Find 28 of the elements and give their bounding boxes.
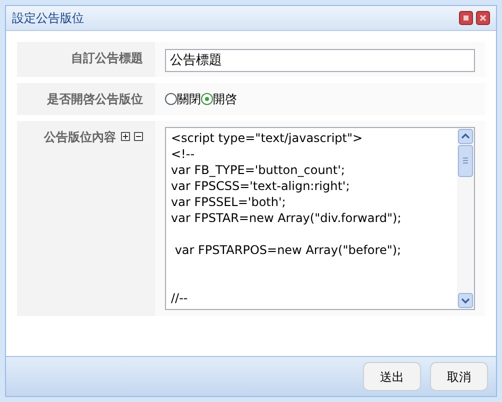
code-editor[interactable]: <script type="text/javascript"> <!-- var FB_TYPE='button_count'; var FPSCSS='text-align:right'; var FPSSEL='both'; var FPSTAR=new Array("div.forward"); var FPSTARPOS=new Array("before"); //-- <box>165 126 475 310</box>
code-line: <script type="text/javascript"> <box>171 130 363 146</box>
radio-button[interactable] <box>165 92 177 104</box>
collapse-icon[interactable] <box>134 132 143 140</box>
code-line: var FB_TYPE='button_count'; <box>171 162 345 178</box>
scroll-down-icon[interactable] <box>458 292 473 308</box>
scroll-up-icon[interactable] <box>458 128 473 144</box>
code-line: var FPSTAR=new Array("div.forward"); <box>171 210 402 226</box>
title-input[interactable]: 公告標題 <box>165 48 475 72</box>
field-label: 自訂公告標題 <box>71 50 143 67</box>
scrollbar[interactable] <box>457 128 474 308</box>
scroll-thumb[interactable] <box>458 144 473 176</box>
code-line: <!-- <box>171 146 195 162</box>
code-line: var FPSSEL='both'; <box>171 194 286 210</box>
dialog-button[interactable]: 取消 <box>430 362 488 391</box>
window-title: 設定公告版位 <box>12 10 84 27</box>
code-line: //-- <box>171 290 188 306</box>
code-line: var FPSCSS='text-align:right'; <box>171 178 350 194</box>
code-line: var FPSTARPOS=new Array("before"); <box>174 242 402 258</box>
close-icon[interactable] <box>476 11 490 25</box>
field-label: 是否開啓公告版位 <box>47 90 143 108</box>
dialog-button[interactable]: 送出 <box>363 362 421 391</box>
radio-button[interactable] <box>201 92 213 104</box>
radio-label[interactable]: 開啓 <box>213 90 237 108</box>
field-label: 公告版位內容 <box>44 128 116 146</box>
radio-label[interactable]: 關閉 <box>177 90 201 108</box>
restore-icon[interactable] <box>459 11 473 25</box>
expand-icon[interactable] <box>121 132 130 140</box>
